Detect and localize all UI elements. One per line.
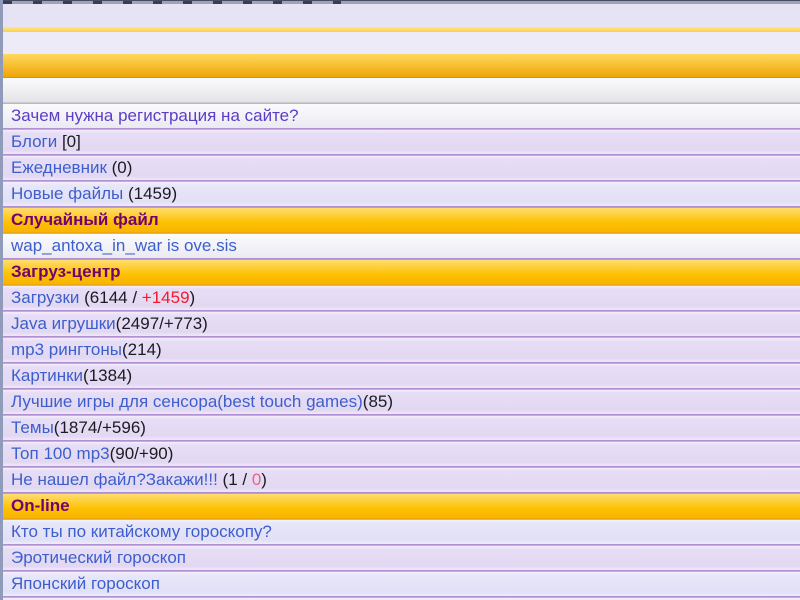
- menu-item: Кто ты по китайскому гороскопу?: [3, 519, 800, 545]
- count-text: (90/+90): [110, 444, 174, 463]
- menu-link[interactable]: wap_antoxa_in_war is ove.sis: [11, 236, 237, 255]
- menu-item: Лучшие игры для сенсора(best touch games…: [3, 389, 800, 415]
- section-header: On-line: [3, 493, 800, 519]
- menu-item: wap_antoxa_in_war is ove.sis: [3, 233, 800, 259]
- menu-link[interactable]: Ежедневник: [11, 158, 107, 177]
- menu-item: Не нашел файл?Закажи!!! (1 / 0): [3, 467, 800, 493]
- count-text: +1459: [142, 288, 190, 307]
- count-text: (6144 /: [79, 288, 141, 307]
- menu-item: Зачем нужна регистрация на сайте?: [3, 103, 800, 129]
- menu-link[interactable]: mp3 рингтоны: [11, 340, 122, 359]
- menu-item: Японский гороскоп: [3, 571, 800, 597]
- menu-link[interactable]: Не нашел файл?Закажи!!!: [11, 470, 218, 489]
- section-header-label: Загруз-центр: [11, 262, 121, 281]
- menu-item: Новые файлы (1459): [3, 181, 800, 207]
- menu-link[interactable]: Загрузки: [11, 288, 79, 307]
- greeting-bar: Привет, antoxa!: [3, 54, 800, 78]
- menu-item: Топ 100 mp3(90/+90): [3, 441, 800, 467]
- menu-item: Загрузки (6144 / +1459): [3, 285, 800, 311]
- menu-link[interactable]: Эротический гороскоп: [11, 548, 186, 567]
- count-text: ): [261, 470, 267, 489]
- count-text: [0]: [57, 132, 81, 151]
- menu-link[interactable]: Японский гороскоп: [11, 574, 160, 593]
- menu-item: Блоги [0]: [3, 129, 800, 155]
- count-text: (1384): [83, 366, 132, 385]
- section-header: Загруз-центр: [3, 259, 800, 285]
- count-text: (85): [363, 392, 393, 411]
- section-header-label: On-line: [11, 496, 70, 515]
- wap-portal-page: Свободная строчка рекламы 20р Сегодня 15…: [0, 0, 800, 600]
- menu-link[interactable]: Кто ты по китайскому гороскопу?: [11, 522, 272, 541]
- menu-list: Зачем нужна регистрация на сайте? Блоги […: [3, 103, 800, 600]
- count-text: (2497/+773): [116, 314, 208, 333]
- count-text: ): [190, 288, 196, 307]
- ad-row: Свободная строчка рекламы 20р: [3, 4, 800, 27]
- menu-link[interactable]: Новые файлы: [11, 184, 123, 203]
- menu-item: Ежедневник (0): [3, 155, 800, 181]
- section-header: Случайный файл: [3, 207, 800, 233]
- count-text: (1874/+596): [54, 418, 146, 437]
- top-border-decoration: [3, 0, 800, 4]
- count-text: (1 /: [218, 470, 252, 489]
- user-nav: Личное|Выход: [3, 78, 800, 103]
- count-text: (214): [122, 340, 162, 359]
- count-text: (1459): [123, 184, 177, 203]
- menu-link[interactable]: Темы: [11, 418, 54, 437]
- count-text: 0: [252, 470, 261, 489]
- today-banner: Сегодня 15.03.2011 всемирный день защиты…: [3, 32, 800, 54]
- count-text: (0): [107, 158, 133, 177]
- menu-link[interactable]: Топ 100 mp3: [11, 444, 110, 463]
- menu-item: Java игрушки(2497/+773): [3, 311, 800, 337]
- section-header-label: Случайный файл: [11, 210, 159, 229]
- menu-item: Эротический гороскоп: [3, 545, 800, 571]
- menu-link[interactable]: Блоги: [11, 132, 57, 151]
- menu-link[interactable]: Картинки: [11, 366, 83, 385]
- menu-link[interactable]: Зачем нужна регистрация на сайте?: [11, 106, 299, 125]
- menu-link[interactable]: Java игрушки: [11, 314, 116, 333]
- menu-link[interactable]: Лучшие игры для сенсора(best touch games…: [11, 392, 363, 411]
- menu-item: mp3 рингтоны(214): [3, 337, 800, 363]
- menu-item: Картинки(1384): [3, 363, 800, 389]
- menu-item: Темы(1874/+596): [3, 415, 800, 441]
